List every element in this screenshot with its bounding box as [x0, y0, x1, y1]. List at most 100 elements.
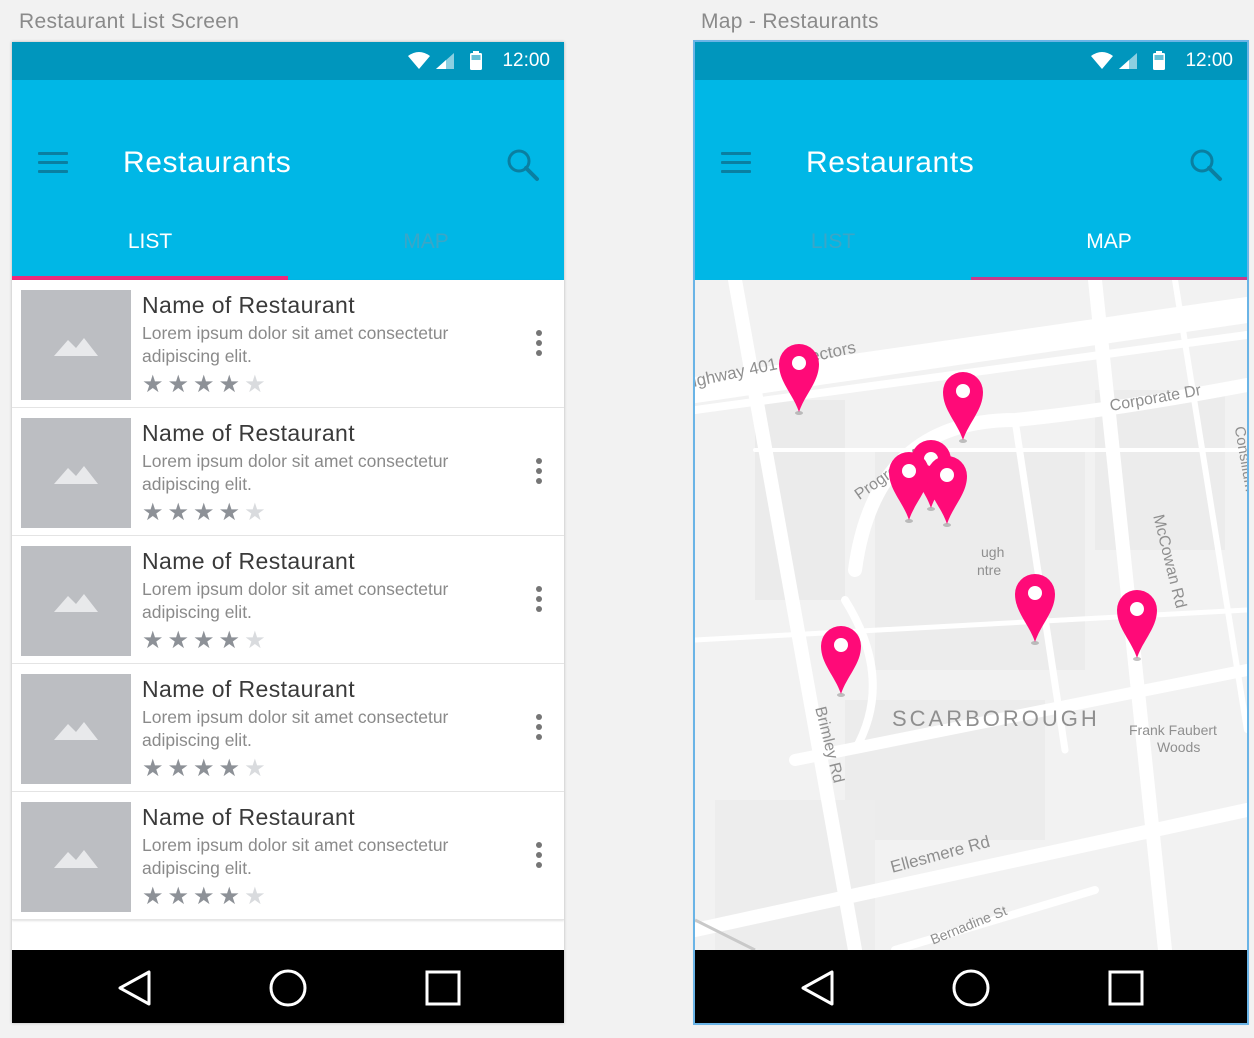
star-icon: ★ [193, 370, 215, 398]
map-view[interactable]: ighway 401 Collectors Corporate Dr Consi… [695, 280, 1247, 950]
restaurant-description: Lorem ipsum dolor sit amet consectetur a… [142, 579, 449, 622]
star-icon: ★ [218, 754, 241, 782]
more-vert-icon[interactable] [534, 458, 544, 484]
restaurant-card[interactable]: Name of Restaurant Lorem ipsum dolor sit … [12, 408, 564, 536]
restaurant-card[interactable]: Name of Restaurant Lorem ipsum dolor sit … [12, 792, 564, 920]
phone-map-screen: 12:00 Restaurants LIST MAP ighway 401 Co… [693, 40, 1249, 1025]
hamburger-menu-icon[interactable] [38, 152, 70, 174]
status-time: 12:00 [1185, 50, 1233, 71]
map-pin-icon[interactable] [1013, 572, 1057, 646]
restaurant-description: Lorem ipsum dolor sit amet consectetur a… [142, 835, 449, 878]
restaurant-name: Name of Restaurant [142, 548, 356, 574]
star-icon: ★ [218, 498, 241, 526]
map-label-scarborough: SCARBOROUGH [892, 706, 1100, 731]
tab-map[interactable]: MAP [971, 220, 1247, 280]
restaurant-description: Lorem ipsum dolor sit amet consectetur a… [142, 707, 449, 750]
star-icon: ★ [218, 370, 241, 398]
star-icon: ★ [218, 626, 241, 654]
star-icon: ★ [142, 754, 164, 782]
restaurant-description: Lorem ipsum dolor sit amet consectetur a… [142, 323, 449, 366]
restaurant-thumbnail [21, 418, 131, 528]
back-icon[interactable] [798, 968, 838, 1008]
search-icon[interactable] [1189, 148, 1223, 182]
restaurant-name: Name of Restaurant [142, 804, 356, 830]
image-placeholder-icon [54, 594, 98, 612]
battery-icon [470, 51, 482, 70]
wifi-icon [1091, 52, 1113, 69]
search-icon[interactable] [506, 148, 540, 182]
recents-icon[interactable] [423, 968, 463, 1008]
star-icon: ★ [142, 882, 164, 910]
star-icon: ★ [167, 626, 190, 654]
rating-stars: ★ ★ ★ ★ ★ [142, 372, 266, 396]
star-icon: ★ [193, 882, 215, 910]
home-icon[interactable] [268, 968, 308, 1008]
tab-bar: LIST MAP [12, 220, 564, 280]
artboard-title-map: Map - Restaurants [701, 10, 879, 33]
restaurant-thumbnail [21, 674, 131, 784]
more-vert-icon[interactable] [534, 842, 544, 868]
image-placeholder-icon [54, 722, 98, 740]
restaurant-name: Name of Restaurant [142, 676, 356, 702]
app-bar: Restaurants LIST MAP [12, 80, 564, 280]
restaurant-card[interactable]: Name of Restaurant Lorem ipsum dolor sit … [12, 280, 564, 408]
star-icon: ★ [167, 370, 190, 398]
map-label-centre-b: ntre [977, 562, 1002, 578]
status-bar: 12:00 [12, 42, 564, 80]
image-placeholder-icon [54, 466, 98, 484]
hamburger-menu-icon[interactable] [721, 152, 753, 174]
map-label-centre-a: ugh [981, 544, 1005, 560]
status-bar: 12:00 [695, 42, 1247, 80]
phone-list-screen: 12:00 Restaurants LIST MAP Name of Resta… [12, 42, 564, 1023]
map-label-frank-b: Woods [1157, 739, 1201, 755]
tab-bar: LIST MAP [695, 220, 1247, 280]
restaurant-list: Name of Restaurant Lorem ipsum dolor sit … [12, 280, 564, 920]
more-vert-icon[interactable] [534, 586, 544, 612]
signal-icon [436, 53, 454, 69]
map-pin-icon[interactable] [819, 624, 863, 698]
restaurant-thumbnail [21, 802, 131, 912]
restaurant-card[interactable]: Name of Restaurant Lorem ipsum dolor sit … [12, 536, 564, 664]
star-icon: ★ [142, 498, 164, 526]
artboard-title-list: Restaurant List Screen [19, 10, 240, 33]
map-pin-icon[interactable] [1115, 588, 1159, 662]
recents-icon[interactable] [1106, 968, 1146, 1008]
star-icon: ★ [142, 626, 164, 654]
more-vert-icon[interactable] [534, 714, 544, 740]
star-icon: ★ [193, 498, 215, 526]
star-icon: ★ [193, 626, 215, 654]
wifi-icon [408, 52, 430, 69]
star-icon: ★ [244, 882, 266, 910]
restaurant-card[interactable]: Name of Restaurant Lorem ipsum dolor sit … [12, 664, 564, 792]
home-icon[interactable] [951, 968, 991, 1008]
signal-icon [1119, 53, 1137, 69]
restaurant-thumbnail [21, 290, 131, 400]
image-placeholder-icon [54, 850, 98, 868]
more-vert-icon[interactable] [534, 330, 544, 356]
battery-icon [1153, 51, 1165, 70]
star-icon: ★ [244, 498, 266, 526]
back-icon[interactable] [115, 968, 155, 1008]
tab-list[interactable]: LIST [695, 220, 971, 280]
star-icon: ★ [193, 754, 215, 782]
tab-map[interactable]: MAP [288, 220, 564, 280]
app-bar: Restaurants LIST MAP [695, 80, 1247, 280]
star-icon: ★ [167, 498, 190, 526]
restaurant-name: Name of Restaurant [142, 292, 356, 318]
image-placeholder-icon [54, 338, 98, 356]
restaurant-description: Lorem ipsum dolor sit amet consectetur a… [142, 451, 449, 494]
map-pin-icon[interactable] [941, 370, 985, 444]
star-icon: ★ [244, 370, 266, 398]
app-title: Restaurants [806, 146, 975, 179]
navigation-bar [12, 950, 564, 1023]
star-icon: ★ [167, 882, 190, 910]
map-pin-icon[interactable] [925, 454, 969, 528]
star-icon: ★ [142, 370, 164, 398]
navigation-bar [695, 950, 1247, 1023]
status-time: 12:00 [502, 50, 550, 71]
tab-list[interactable]: LIST [12, 220, 288, 280]
status-icons [1091, 51, 1169, 71]
status-icons [408, 51, 486, 71]
map-pin-icon[interactable] [777, 342, 821, 416]
rating-stars: ★ ★ ★ ★ ★ [142, 500, 266, 524]
